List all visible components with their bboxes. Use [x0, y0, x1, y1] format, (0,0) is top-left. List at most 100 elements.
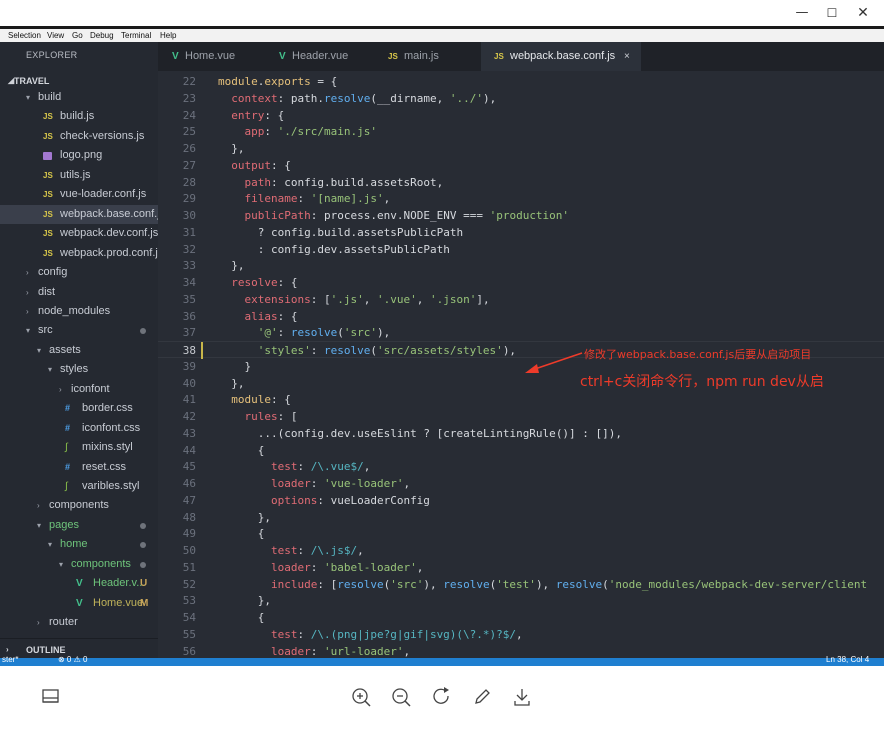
rotate-button[interactable]: [429, 684, 455, 710]
chevron-down-icon: ▾: [37, 345, 42, 355]
tab-header-vue[interactable]: V Header.vue: [268, 42, 373, 71]
cursor-position[interactable]: Ln 38, Col 4: [826, 655, 869, 664]
explorer-item-label: varibles.styl: [82, 480, 140, 492]
explorer-item[interactable]: JS check-versions.js: [0, 127, 158, 146]
explorer-item[interactable]: JS webpack.dev.conf.js: [0, 224, 158, 243]
chevron-down-icon: ▾: [48, 540, 53, 550]
editor-tabs: V Home.vue V Header.vue JS main.js JS we…: [158, 42, 884, 71]
chevron-down-icon: ▾: [26, 93, 31, 102]
explorer-item[interactable]: ▾ pages: [0, 516, 158, 535]
annotation-arrow: [525, 352, 583, 373]
annotation-note: ctrl+c关闭命令行，npm run dev从启: [580, 374, 824, 390]
code-editor[interactable]: 22 module.exports = {23 context: path.res…: [158, 71, 884, 658]
explorer-item[interactable]: # border.css: [0, 399, 158, 418]
explorer-item[interactable]: › components: [0, 496, 158, 515]
tab-webpack-base-conf[interactable]: JS webpack.base.conf.js ×: [481, 42, 641, 71]
js-file-icon: JS: [43, 190, 53, 200]
explorer-item-label: vue-loader.conf.js: [60, 188, 147, 201]
close-icon[interactable]: ×: [624, 42, 630, 71]
thumbnail-view-button[interactable]: [38, 684, 64, 710]
explorer-item[interactable]: JS utils.js: [0, 166, 158, 185]
chevron-right-icon: ›: [6, 645, 9, 654]
explorer-item[interactable]: ▾ assets: [0, 341, 158, 360]
explorer-item-label: Home.vue: [93, 596, 144, 609]
menu-terminal[interactable]: Terminal: [121, 31, 151, 40]
explorer-item-label: build: [38, 91, 62, 103]
maximize-button[interactable]: ☐: [815, 3, 849, 23]
explorer-item-label: Header.v...: [93, 577, 146, 590]
explorer-item[interactable]: JS webpack.prod.conf.js: [0, 244, 163, 263]
explorer-item-label: home: [60, 538, 88, 551]
chevron-right-icon: ›: [26, 287, 29, 297]
vue-file-icon: V: [76, 578, 83, 590]
explorer-item[interactable]: ∫ mixins.styl: [0, 438, 158, 457]
problems-status[interactable]: ⊗ 0 ⚠ 0: [58, 655, 87, 664]
stylus-file-icon: ∫: [65, 442, 68, 454]
explorer-item-label: styles: [60, 363, 89, 376]
minimize-button[interactable]: —: [785, 3, 819, 23]
explorer-item-label: mixins.styl: [82, 441, 133, 454]
js-icon: JS: [494, 52, 504, 61]
css-file-icon: #: [65, 461, 71, 472]
menu-selection[interactable]: Selection: [8, 31, 41, 40]
explorer-item-label: check-versions.js: [60, 129, 145, 142]
explorer-item-label: components: [49, 499, 109, 512]
explorer-item[interactable]: › dist: [0, 283, 158, 302]
chevron-down-icon: ▾: [48, 365, 53, 375]
zoom-out-button[interactable]: [388, 684, 414, 710]
explorer-item[interactable]: # reset.css: [0, 458, 158, 477]
viewer-toolbar: [0, 666, 884, 729]
close-button[interactable]: ✕: [846, 3, 880, 23]
image-file-icon: [43, 152, 52, 161]
explorer-item[interactable]: › iconfont: [0, 380, 158, 399]
tab-main-js[interactable]: JS main.js: [373, 42, 481, 71]
menu-help[interactable]: Help: [160, 31, 176, 40]
explorer-item[interactable]: ▾ build: [0, 88, 158, 107]
explorer-item[interactable]: JS vue-loader.conf.js: [0, 185, 158, 204]
js-file-icon: JS: [43, 112, 53, 122]
explorer-item[interactable]: ▾ home: [0, 535, 158, 554]
tab-home-vue[interactable]: V Home.vue: [158, 42, 268, 71]
modified-dot-icon: [140, 542, 146, 549]
stylus-file-icon: ∫: [65, 481, 68, 492]
explorer-item[interactable]: JS build.js: [0, 107, 158, 126]
layout-icon: [42, 689, 59, 703]
explorer-item[interactable]: JS webpack.base.conf.js: [0, 204, 165, 224]
download-button[interactable]: [509, 684, 535, 710]
zoom-out-icon: [392, 688, 411, 707]
zoom-in-button[interactable]: [348, 684, 374, 710]
chevron-right-icon: ›: [26, 268, 29, 278]
pencil-icon: [475, 689, 490, 704]
project-section[interactable]: ◢ TRAVEL: [8, 76, 49, 86]
explorer-item[interactable]: › node_modules: [0, 302, 158, 321]
explorer-item[interactable]: # iconfont.css: [0, 419, 158, 438]
git-status-badge: M: [140, 597, 149, 609]
chevron-down-icon: ▾: [37, 520, 42, 530]
explorer-item[interactable]: › config: [0, 263, 158, 282]
chevron-right-icon: ›: [59, 384, 62, 394]
explorer-item[interactable]: V Home.vue M: [0, 594, 158, 613]
modified-dot-icon: [140, 328, 146, 335]
explorer-item-label: webpack.base.conf.js: [60, 207, 166, 220]
explorer-item-label: assets: [49, 343, 81, 356]
explorer-item-label: iconfont.css: [82, 421, 141, 434]
explorer-item[interactable]: ▾ components: [0, 555, 158, 574]
branch-status[interactable]: ster*: [2, 655, 18, 664]
explorer-item-label: pages: [49, 518, 79, 531]
menu-view[interactable]: View: [47, 31, 64, 40]
zoom-in-icon: [352, 688, 371, 707]
status-bar: ster* ⊗ 0 ⚠ 0 Ln 38, Col 4: [0, 655, 884, 666]
explorer-item[interactable]: ∫ varibles.styl: [0, 477, 158, 496]
edit-button[interactable]: [469, 684, 495, 710]
explorer-item[interactable]: V Header.v... U: [0, 574, 158, 593]
explorer-item[interactable]: logo.png: [0, 146, 158, 165]
menu-debug[interactable]: Debug: [90, 31, 114, 40]
rotate-icon: [433, 687, 449, 704]
explorer-item[interactable]: ▾ src: [0, 321, 158, 340]
explorer-item-label: router: [49, 616, 78, 629]
js-file-icon: JS: [43, 131, 53, 141]
explorer-item[interactable]: ▾ styles: [0, 360, 158, 379]
explorer-item[interactable]: › router: [0, 613, 158, 632]
modified-dot-icon: [140, 522, 146, 529]
menu-go[interactable]: Go: [72, 31, 83, 40]
